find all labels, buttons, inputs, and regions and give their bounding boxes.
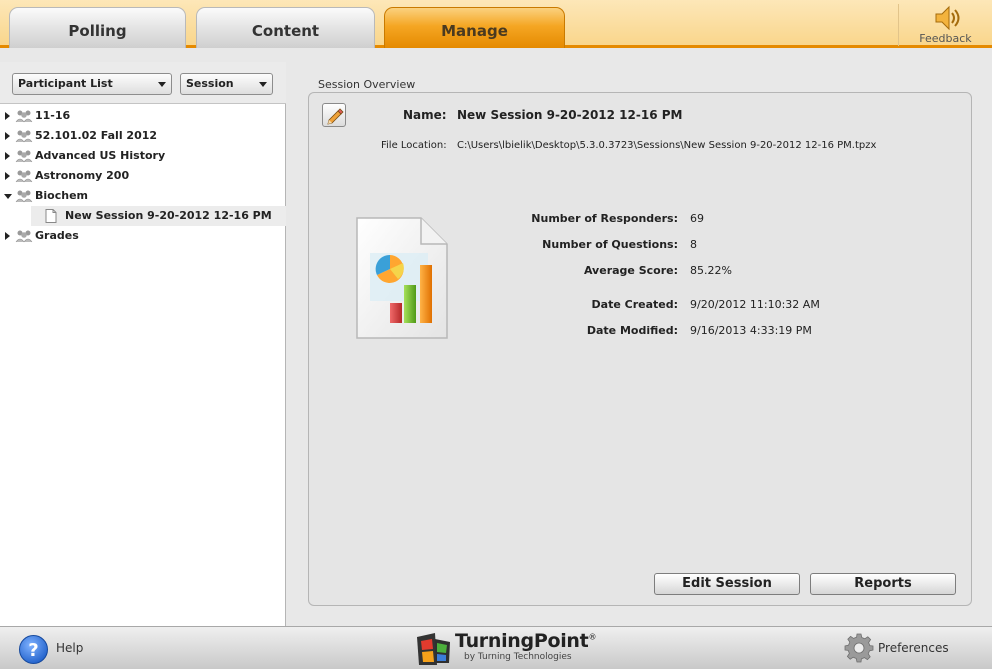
session-overview-panel bbox=[308, 92, 972, 606]
tree-item-session-selected[interactable]: New Session 9-20-2012 12-16 PM bbox=[31, 206, 286, 226]
average-score-label: Average Score: bbox=[583, 264, 678, 277]
tab-polling[interactable]: Polling bbox=[9, 7, 186, 48]
questions-value: 8 bbox=[690, 238, 697, 251]
participant-list-dropdown-label: Participant List bbox=[18, 77, 113, 90]
reports-button[interactable]: Reports bbox=[810, 573, 956, 595]
session-dropdown[interactable]: Session bbox=[180, 73, 273, 95]
responders-label: Number of Responders: bbox=[531, 212, 678, 225]
tree-item-advanced-us-history[interactable]: Advanced US History bbox=[0, 146, 286, 166]
collapse-arrow-icon[interactable] bbox=[4, 194, 12, 199]
pencil-icon bbox=[327, 108, 344, 125]
participant-tree: 11-16 52.101.02 Fall 2012 Advanced US Hi… bbox=[0, 106, 286, 246]
turningpoint-logo-icon bbox=[417, 633, 450, 665]
group-icon bbox=[15, 150, 33, 163]
chevron-down-icon bbox=[158, 82, 166, 87]
file-location-value: C:\Users\lbielik\Desktop\5.3.0.3723\Sess… bbox=[457, 140, 877, 151]
date-created-value: 9/20/2012 11:10:32 AM bbox=[690, 298, 820, 311]
tree-item-label: Advanced US History bbox=[35, 149, 166, 162]
tree-item-11-16[interactable]: 11-16 bbox=[0, 106, 286, 126]
tree-item-biochem[interactable]: Biochem bbox=[0, 186, 286, 206]
help-icon[interactable]: ? bbox=[18, 634, 49, 665]
bottom-bar: ? Help TurningPoint® by Turning Technolo… bbox=[0, 626, 992, 669]
tab-manage[interactable]: Manage bbox=[384, 7, 565, 48]
tree-item-label: New Session 9-20-2012 12-16 PM bbox=[65, 209, 272, 222]
svg-text:?: ? bbox=[28, 640, 38, 661]
edit-session-button[interactable]: Edit Session bbox=[654, 573, 800, 595]
gear-icon[interactable] bbox=[844, 633, 874, 663]
group-icon bbox=[15, 130, 33, 143]
feedback-button[interactable]: Feedback bbox=[898, 4, 992, 46]
top-tab-bar: Polling Content Manage Feedback bbox=[0, 0, 992, 48]
expand-arrow-icon[interactable] bbox=[5, 132, 10, 140]
session-dropdown-label: Session bbox=[186, 77, 234, 90]
group-icon bbox=[15, 110, 33, 123]
date-created-label: Date Created: bbox=[591, 298, 678, 311]
document-icon bbox=[45, 209, 57, 223]
tree-item-grades[interactable]: Grades bbox=[0, 226, 286, 246]
brand-reg: ® bbox=[588, 632, 597, 642]
expand-arrow-icon[interactable] bbox=[5, 112, 10, 120]
date-modified-value: 9/16/2013 4:33:19 PM bbox=[690, 324, 812, 337]
tree-item-label: Biochem bbox=[35, 189, 88, 202]
preferences-label[interactable]: Preferences bbox=[878, 641, 949, 655]
average-score-value: 85.22% bbox=[690, 264, 732, 277]
expand-arrow-icon[interactable] bbox=[5, 232, 10, 240]
brand-subtitle: by Turning Technologies bbox=[464, 652, 572, 662]
tree-item-astronomy-200[interactable]: Astronomy 200 bbox=[0, 166, 286, 186]
tree-item-label: 11-16 bbox=[35, 109, 71, 122]
date-modified-label: Date Modified: bbox=[586, 324, 678, 337]
expand-arrow-icon[interactable] bbox=[5, 172, 10, 180]
tree-item-label: Astronomy 200 bbox=[35, 169, 130, 182]
tree-item-label: 52.101.02 Fall 2012 bbox=[35, 129, 158, 142]
tab-content[interactable]: Content bbox=[196, 7, 375, 48]
session-overview-title: Session Overview bbox=[318, 78, 416, 91]
participant-panel: Participant List Session 11-16 52.101.02… bbox=[0, 62, 286, 626]
session-name-value: New Session 9-20-2012 12-16 PM bbox=[457, 108, 683, 122]
panel-toolbar: Participant List Session bbox=[0, 62, 286, 104]
chevron-down-icon bbox=[259, 82, 267, 87]
file-location-label: File Location: bbox=[381, 140, 447, 151]
rename-button[interactable] bbox=[322, 103, 346, 127]
name-label: Name: bbox=[403, 108, 447, 122]
group-icon bbox=[15, 170, 33, 183]
responders-value: 69 bbox=[690, 212, 704, 225]
help-label[interactable]: Help bbox=[56, 641, 83, 655]
group-icon bbox=[15, 230, 33, 243]
expand-arrow-icon[interactable] bbox=[5, 152, 10, 160]
group-icon bbox=[15, 190, 33, 203]
brand-name: TurningPoint® bbox=[455, 630, 597, 652]
participant-list-dropdown[interactable]: Participant List bbox=[12, 73, 172, 95]
tree-item-52-101-02[interactable]: 52.101.02 Fall 2012 bbox=[0, 126, 286, 146]
speaker-icon bbox=[935, 5, 960, 31]
tree-item-label: Grades bbox=[35, 229, 79, 242]
feedback-label: Feedback bbox=[919, 32, 972, 45]
session-file-chart-icon bbox=[356, 217, 448, 339]
questions-label: Number of Questions: bbox=[542, 238, 678, 251]
